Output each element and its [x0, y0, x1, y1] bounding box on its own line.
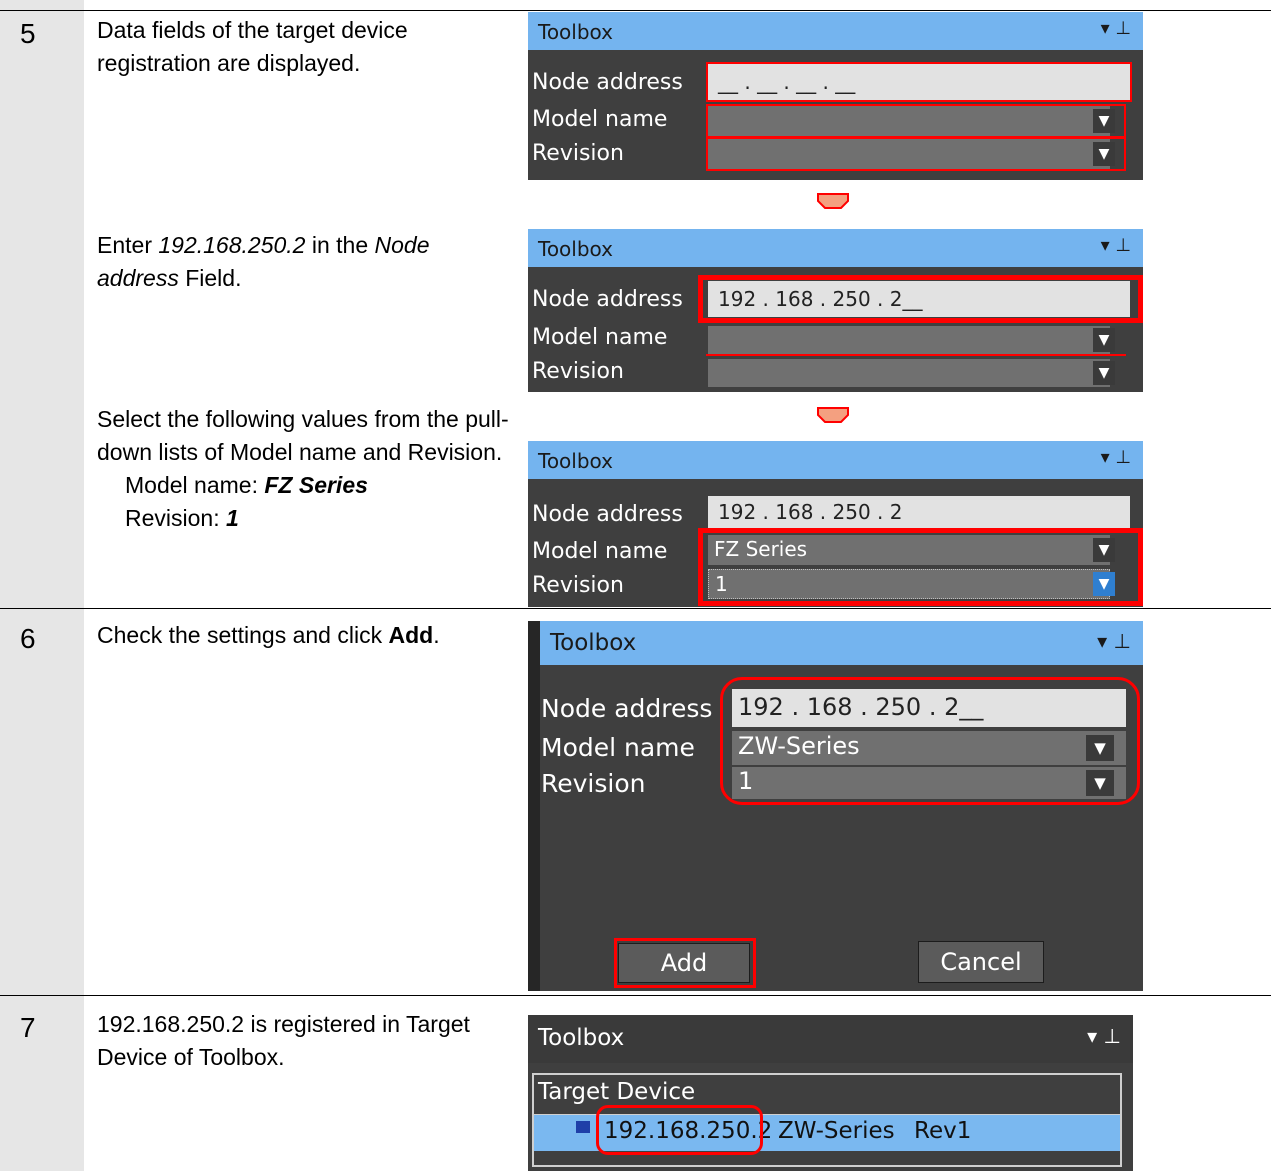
node-address-label: Node address — [532, 287, 683, 312]
toolbox-title: Toolbox — [538, 20, 613, 44]
highlight-settings — [720, 677, 1140, 805]
toolbox-header: Toolbox ▾ ⊥ — [528, 1015, 1133, 1063]
toolbox-header: Toolbox ▾ ⊥ — [528, 441, 1143, 479]
step-7-description: 192.168.250.2 is registered in Target De… — [97, 1011, 470, 1070]
highlight-revision — [706, 137, 1126, 171]
step-5-description-b: Enter 192.168.250.2 in the Node address … — [97, 232, 430, 291]
chevron-down-icon[interactable]: ▼ — [1093, 328, 1115, 352]
step-5-description-a: Data fields of the target device registr… — [97, 17, 408, 76]
model-name-setting: Model name: FZ Series — [125, 472, 368, 498]
node-address-input[interactable]: 192 . 168 . 250 . 2 — [708, 496, 1130, 528]
toolbox-title: Toolbox — [550, 630, 637, 656]
toolbox-panel-model-selected: Toolbox ▾ ⊥ 192 . 168 . 250 . 2 Node add… — [528, 441, 1143, 607]
cancel-button[interactable]: Cancel — [918, 941, 1044, 983]
toolbox-panel-confirm: Toolbox ▾ ⊥ Node address 192 . 168 . 250… — [528, 621, 1143, 991]
model-name-label: Model name — [541, 733, 695, 762]
highlight-model-revision — [698, 528, 1143, 606]
pin-icon[interactable]: ▾ ⊥ — [1101, 18, 1131, 39]
step-number-5: 5 — [20, 18, 36, 49]
revision-label: Revision — [532, 359, 624, 384]
down-arrow-icon — [817, 407, 849, 423]
revision-select[interactable] — [708, 359, 1110, 387]
divider-top — [0, 10, 1271, 11]
revision-label: Revision — [532, 141, 624, 166]
model-name-label: Model name — [532, 107, 668, 132]
toolbox-header: Toolbox ▾ ⊥ — [540, 621, 1143, 665]
node-address-label: Node address — [532, 502, 683, 527]
highlight-model-name — [706, 104, 1126, 138]
toolbox-title: Toolbox — [538, 1025, 625, 1051]
toolbox-title: Toolbox — [538, 449, 613, 473]
revision-label: Revision — [541, 769, 646, 798]
highlight-device-ip — [596, 1105, 763, 1155]
highlight-revision-top — [706, 354, 1126, 358]
node-address-label: Node address — [541, 694, 713, 723]
highlight-node-address — [698, 275, 1143, 323]
panel-left-edge — [528, 621, 540, 991]
pin-icon[interactable]: ▾ ⊥ — [1087, 1024, 1121, 1048]
toolbox-panel-registered: Toolbox ▾ ⊥ Target Device 192.168.250.2 … — [528, 1015, 1133, 1171]
pin-icon[interactable]: ▾ ⊥ — [1101, 235, 1131, 256]
divider-step-6 — [0, 608, 1271, 609]
step-number-6: 6 — [20, 623, 36, 654]
toolbox-title: Toolbox — [538, 237, 613, 261]
step-number-7: 7 — [20, 1012, 36, 1043]
toolbox-header: Toolbox ▾ ⊥ — [528, 229, 1143, 267]
step-6-description: Check the settings and click Add. — [97, 622, 440, 648]
highlight-add-button — [614, 938, 756, 988]
divider-step-7 — [0, 995, 1271, 996]
down-arrow-icon — [817, 193, 849, 209]
node-address-label: Node address — [532, 70, 683, 95]
step-5-description-c: Select the following values from the pul… — [97, 403, 512, 535]
model-name-select[interactable] — [708, 326, 1110, 354]
revision-setting: Revision: 1 — [125, 505, 239, 531]
chevron-down-icon[interactable]: ▼ — [1093, 361, 1115, 385]
revision-label: Revision — [532, 573, 624, 598]
toolbox-panel-empty: Toolbox ▾ ⊥ __ . __ . __ . __ Node addre… — [528, 12, 1143, 180]
model-name-label: Model name — [532, 539, 668, 564]
highlight-node-address — [706, 62, 1132, 102]
toolbox-header: Toolbox ▾ ⊥ — [528, 12, 1143, 50]
pin-icon[interactable]: ▾ ⊥ — [1097, 629, 1131, 653]
device-model-text: ZW-Series — [778, 1118, 895, 1144]
target-device-header: Target Device — [538, 1079, 696, 1105]
device-rev-text: Rev1 — [914, 1118, 972, 1144]
toolbox-panel-node-entered: Toolbox ▾ ⊥ 192 . 168 . 250 . 2__ Node a… — [528, 229, 1143, 392]
device-icon — [576, 1121, 590, 1133]
model-name-label: Model name — [532, 325, 668, 350]
pin-icon[interactable]: ▾ ⊥ — [1101, 447, 1131, 468]
